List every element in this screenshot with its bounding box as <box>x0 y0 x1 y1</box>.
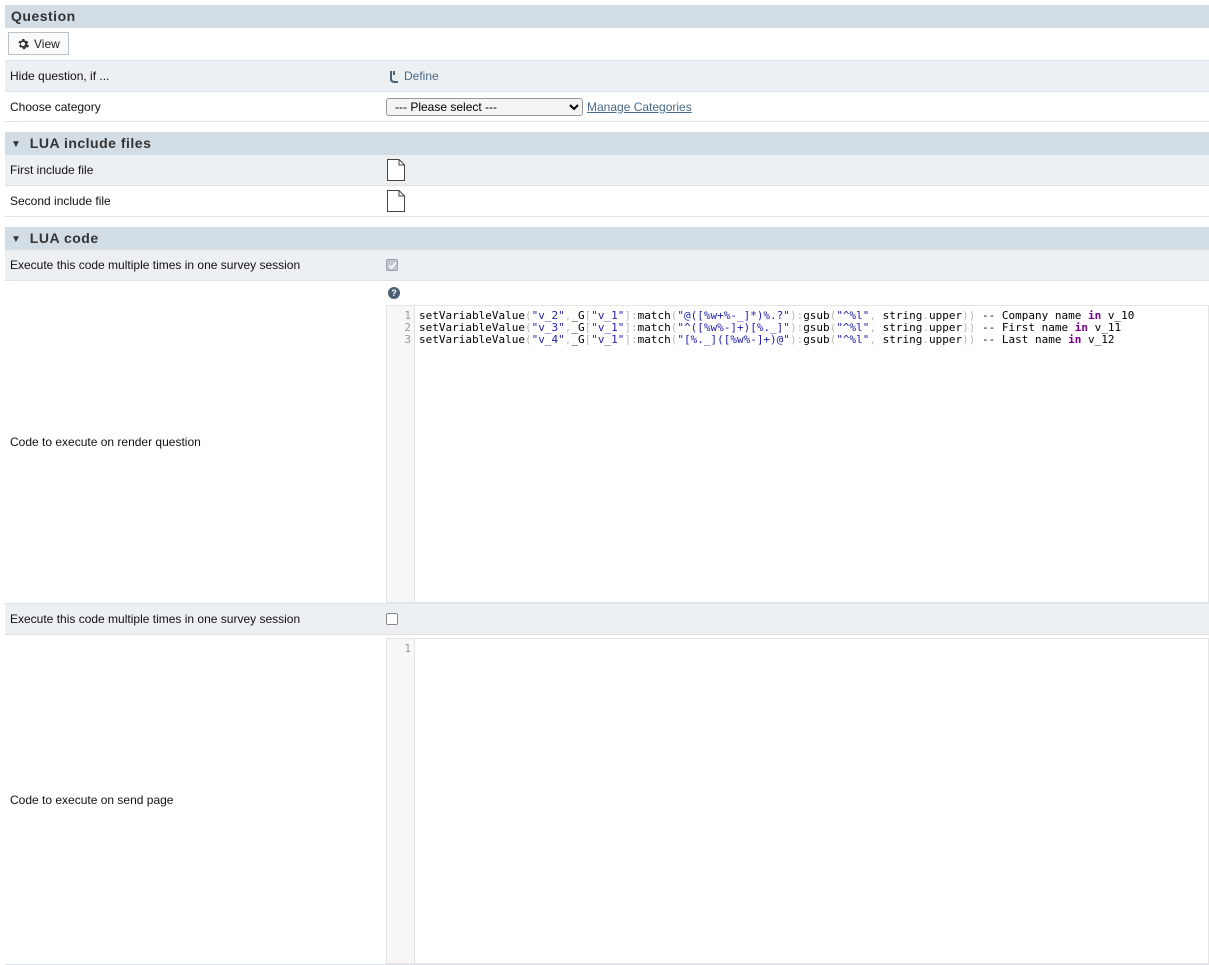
render-code-gutter: 1 2 3 <box>387 306 415 602</box>
second-include-label: Second include file <box>10 194 111 208</box>
send-code-gutter: 1 <box>387 639 415 963</box>
file-icon[interactable] <box>386 158 406 182</box>
second-include-row: Second include file <box>5 186 1209 217</box>
category-row: Choose category --- Please select --- Ma… <box>5 92 1209 122</box>
exec-multi-row-1: Execute this code multiple times in one … <box>5 250 1209 281</box>
category-select[interactable]: --- Please select --- <box>386 97 583 116</box>
lua-include-header-title: LUA include files <box>29 135 152 151</box>
exec-multi-label-1: Execute this code multiple times in one … <box>10 258 301 272</box>
gear-icon <box>18 38 29 49</box>
section-gap <box>5 217 1209 227</box>
question-toolbar: View <box>5 28 1209 61</box>
render-code-content[interactable]: setVariableValue("v_2",_G["v_1"]:match("… <box>415 306 1134 602</box>
question-circle-icon[interactable]: ? <box>388 287 400 299</box>
exec-multi-checkbox-2[interactable] <box>386 613 398 625</box>
lua-code-header-title: LUA code <box>29 230 99 246</box>
hide-question-label: Hide question, if ... <box>10 69 110 83</box>
category-label: Choose category <box>10 99 101 114</box>
first-include-label: First include file <box>10 163 94 177</box>
send-code-row: Code to execute on send page 1 <box>5 635 1209 965</box>
question-section-header: Question <box>5 5 1209 28</box>
first-include-row: First include file <box>5 155 1209 186</box>
send-code-label: Code to execute on send page <box>10 792 174 807</box>
render-code-row: Code to execute on render question ? 1 2… <box>5 281 1209 604</box>
exec-multi-row-2: Execute this code multiple times in one … <box>5 604 1209 635</box>
send-code-content[interactable] <box>415 639 419 963</box>
define-link-label: Define <box>404 69 439 83</box>
code-line: setVariableValue("v_4",_G["v_1"]:match("… <box>419 333 1115 346</box>
define-link[interactable]: Define <box>389 69 439 83</box>
render-code-label: Code to execute on render question <box>10 435 201 449</box>
lua-include-section-header[interactable]: ▼ LUA include files <box>5 132 1209 155</box>
triangle-down-icon: ▼ <box>11 139 22 150</box>
lua-code-section-header[interactable]: ▼ LUA code <box>5 227 1209 250</box>
page: Question View Hide question, if ... Defi… <box>5 5 1209 965</box>
view-button[interactable]: View <box>8 32 69 55</box>
view-button-label: View <box>34 36 60 51</box>
line-number: 1 <box>404 642 411 655</box>
line-number: 3 <box>404 333 411 346</box>
manage-categories-link[interactable]: Manage Categories <box>587 100 692 114</box>
branch-icon <box>390 70 398 83</box>
file-icon[interactable] <box>386 189 406 213</box>
section-gap <box>5 122 1209 132</box>
send-code-editor[interactable]: 1 <box>386 638 1209 964</box>
hide-question-row: Hide question, if ... Define <box>5 61 1209 92</box>
render-code-editor[interactable]: 1 2 3 setVariableValue("v_2",_G["v_1"]:m… <box>386 305 1209 603</box>
triangle-down-icon: ▼ <box>11 234 22 245</box>
exec-multi-label-2: Execute this code multiple times in one … <box>10 612 301 626</box>
exec-multi-checkbox-1[interactable] <box>386 259 398 271</box>
check-icon <box>387 261 397 269</box>
question-header-title: Question <box>11 8 76 24</box>
